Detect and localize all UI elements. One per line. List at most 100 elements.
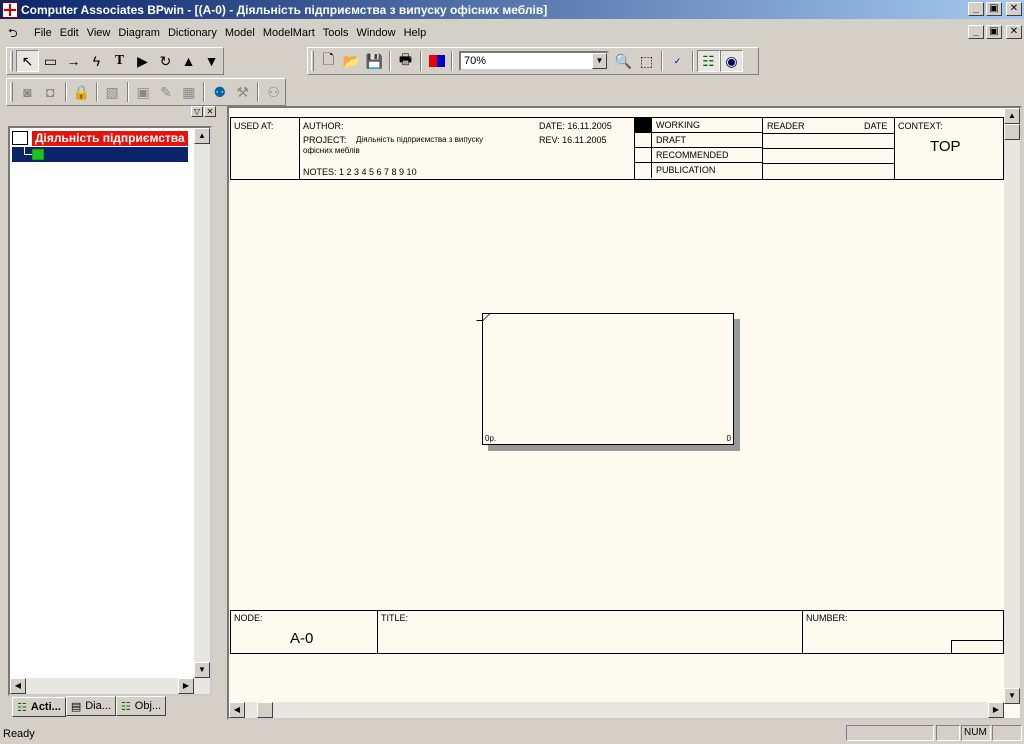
scroll-down-icon[interactable]: ▼ bbox=[1004, 688, 1020, 704]
library-icon[interactable]: ▧ bbox=[101, 81, 124, 103]
restore-button[interactable]: ▣ bbox=[986, 2, 1002, 16]
tab-diagrams[interactable]: ▤ Dia... bbox=[65, 696, 116, 716]
tools-icon[interactable]: ⚒ bbox=[231, 81, 254, 103]
activity-tree[interactable]: Діяльність підприємства ▲ ▼ ◀ ▶ bbox=[8, 126, 212, 696]
document-icon[interactable]: ⮌ bbox=[8, 26, 26, 40]
doc-minimize-button[interactable]: _ bbox=[968, 25, 984, 39]
diagram-header-frame: USED AT: AUTHOR: PROJECT: Діяльність під… bbox=[230, 117, 1004, 180]
doc-restore-button[interactable]: ▣ bbox=[986, 25, 1002, 39]
app-icon[interactable] bbox=[2, 1, 18, 18]
squiggle-tool-icon[interactable]: ϟ bbox=[85, 50, 108, 72]
pointer-tool-icon[interactable]: ↖ bbox=[16, 50, 39, 72]
document-window-controls: _ ▣ ✕ bbox=[968, 25, 1022, 39]
disconnect-icon[interactable]: ◘ bbox=[39, 81, 62, 103]
drawing-toolbar: ↖ ▭ → ϟ T ▶ ↻ ▲ ▼ bbox=[6, 47, 224, 75]
activity-number: 0 bbox=[726, 434, 731, 443]
activity-tree-icon: ☷ bbox=[17, 701, 27, 714]
explorer-close-button[interactable]: ✕ bbox=[204, 106, 216, 117]
menu-window[interactable]: Window bbox=[352, 22, 399, 44]
arrow-tool-icon[interactable]: → bbox=[62, 50, 85, 72]
menu-diagram[interactable]: Diagram bbox=[114, 22, 164, 44]
diagram-vertical-scrollbar[interactable]: ▲ ▼ bbox=[1004, 108, 1020, 704]
box-tool-icon[interactable]: ▭ bbox=[39, 50, 62, 72]
diagram-icon: ▤ bbox=[70, 700, 82, 713]
close-button[interactable]: ✕ bbox=[1006, 2, 1022, 16]
tree-root-node[interactable]: Діяльність підприємства bbox=[12, 130, 188, 146]
scroll-down-icon[interactable]: ▼ bbox=[194, 662, 210, 678]
model-explorer-icon[interactable]: ☷ bbox=[697, 50, 720, 72]
toolbar-grip[interactable] bbox=[10, 82, 13, 102]
report-icon[interactable]: ▦ bbox=[177, 81, 200, 103]
scroll-right-icon[interactable]: ▶ bbox=[988, 702, 1004, 718]
menu-model[interactable]: Model bbox=[221, 22, 259, 44]
title-bar: Computer Associates BPwin - [(A-0) - Дія… bbox=[0, 0, 1024, 19]
vertical-scroll-thumb[interactable] bbox=[1004, 124, 1020, 140]
zoom-in-icon[interactable]: 🔍 bbox=[612, 50, 635, 72]
title-label: TITLE: bbox=[381, 613, 409, 623]
go-down-icon[interactable]: ▼ bbox=[200, 50, 223, 72]
zoom-dropdown-icon[interactable]: ▼ bbox=[592, 53, 607, 69]
open-folder-icon[interactable]: 📂 bbox=[340, 50, 363, 72]
explorer-tabs: ☷ Acti... ▤ Dia... ☷ Obj... bbox=[12, 696, 167, 717]
activity-box[interactable]: 0p. 0 bbox=[476, 313, 734, 445]
menu-view[interactable]: View bbox=[83, 22, 115, 44]
menu-file[interactable]: File bbox=[30, 22, 56, 44]
security-icon[interactable]: ⚉ bbox=[208, 81, 231, 103]
go-up-icon[interactable]: ▲ bbox=[177, 50, 200, 72]
node-value: A-0 bbox=[290, 630, 314, 647]
zoom-select[interactable]: 70% ▼ bbox=[459, 51, 609, 71]
menu-edit[interactable]: Edit bbox=[56, 22, 83, 44]
status-bar: Ready NUM bbox=[0, 724, 1024, 744]
explorer-horizontal-scrollbar[interactable]: ◀ ▶ bbox=[10, 678, 210, 694]
num-lock-indicator: NUM bbox=[961, 725, 991, 741]
connect-icon[interactable]: ◙ bbox=[16, 81, 39, 103]
horizontal-scroll-thumb[interactable] bbox=[257, 702, 273, 718]
new-file-icon[interactable]: 🗋 bbox=[317, 50, 340, 72]
color-icon[interactable] bbox=[425, 50, 448, 72]
scroll-up-icon[interactable]: ▲ bbox=[194, 128, 210, 144]
minimize-button[interactable]: _ bbox=[968, 2, 984, 16]
scroll-left-icon[interactable]: ◀ bbox=[229, 702, 245, 718]
print-icon[interactable]: 🖶 bbox=[394, 50, 417, 72]
menu-modelmart[interactable]: ModelMart bbox=[259, 22, 319, 44]
toolbar-grip[interactable] bbox=[311, 51, 314, 71]
explorer-header: ▽ ✕ bbox=[4, 106, 218, 120]
spellcheck-icon[interactable]: ✓ bbox=[666, 50, 689, 72]
menu-dictionary[interactable]: Dictionary bbox=[164, 22, 221, 44]
lock-icon[interactable]: 🔒 bbox=[70, 81, 93, 103]
scroll-up-icon[interactable]: ▲ bbox=[1004, 108, 1020, 124]
modelmart-icon[interactable]: ◉ bbox=[720, 50, 743, 72]
used-at-label: USED AT: bbox=[234, 121, 274, 131]
reader-date-label: DATE bbox=[864, 121, 888, 131]
text-tool-icon[interactable]: T bbox=[108, 50, 131, 72]
status-text: Ready bbox=[3, 728, 35, 740]
zoom-fit-icon[interactable]: ⬚ bbox=[635, 50, 658, 72]
diagram-horizontal-scrollbar[interactable]: ◀ ▶ bbox=[229, 702, 1004, 718]
save-icon[interactable]: 💾 bbox=[363, 50, 386, 72]
context-label: CONTEXT: bbox=[898, 121, 943, 131]
tree-child-node[interactable] bbox=[12, 147, 188, 162]
menu-tools[interactable]: Tools bbox=[319, 22, 353, 44]
menu-help[interactable]: Help bbox=[400, 22, 431, 44]
project-value-cont: офісних меблів bbox=[303, 146, 360, 155]
users-icon[interactable]: ⚇ bbox=[262, 81, 285, 103]
scroll-right-icon[interactable]: ▶ bbox=[178, 678, 194, 694]
reader-label: READER bbox=[767, 121, 805, 131]
tab-objects[interactable]: ☷ Obj... bbox=[115, 696, 167, 716]
doc-close-button[interactable]: ✕ bbox=[1006, 25, 1022, 39]
diagram-canvas[interactable]: USED AT: AUTHOR: PROJECT: Діяльність під… bbox=[227, 106, 1022, 720]
merge-icon[interactable]: ▣ bbox=[132, 81, 155, 103]
edit-model-icon[interactable]: ✎ bbox=[155, 81, 178, 103]
window-title: Computer Associates BPwin - [(A-0) - Дія… bbox=[21, 2, 548, 17]
scroll-left-icon[interactable]: ◀ bbox=[10, 678, 26, 694]
toolbar-grip[interactable] bbox=[10, 51, 13, 71]
window-controls: _ ▣ ✕ bbox=[968, 2, 1022, 16]
notes-label: NOTES: 1 2 3 4 5 6 7 8 9 10 bbox=[303, 167, 417, 177]
explorer-vertical-scrollbar[interactable]: ▲ ▼ bbox=[194, 128, 210, 678]
rotate-icon[interactable]: ↻ bbox=[154, 50, 177, 72]
play-icon[interactable]: ▶ bbox=[131, 50, 154, 72]
tree-root-label[interactable]: Діяльність підприємства bbox=[32, 130, 188, 146]
tab-activities[interactable]: ☷ Acti... bbox=[12, 697, 66, 717]
explorer-restore-button[interactable]: ▽ bbox=[191, 106, 203, 117]
node-label: NODE: bbox=[234, 613, 263, 623]
